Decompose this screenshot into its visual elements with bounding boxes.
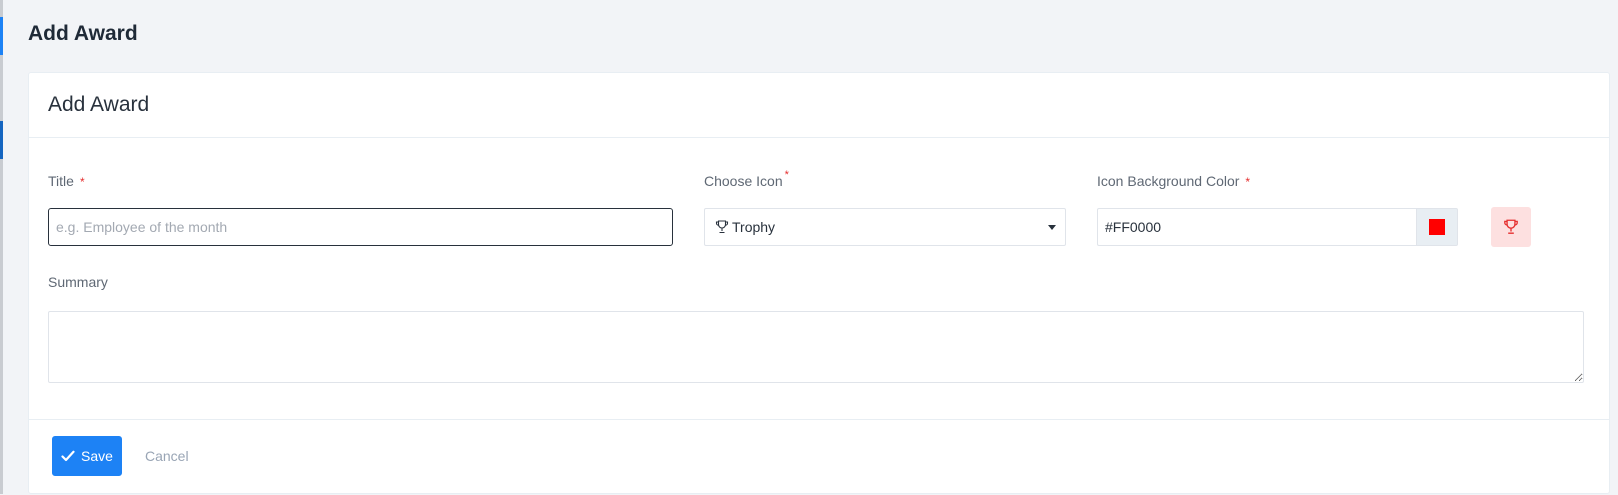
- icon-select[interactable]: Trophy: [704, 208, 1066, 246]
- required-mark: *: [79, 175, 85, 189]
- trophy-icon: [1504, 219, 1518, 234]
- add-award-card: Add Award Title* Choose Icon* Trophy Ico…: [28, 72, 1610, 494]
- color-picker-group: [1097, 208, 1458, 246]
- icon-preview-badge: [1491, 207, 1531, 247]
- color-picker-button[interactable]: [1416, 208, 1458, 246]
- check-icon: [61, 450, 75, 462]
- caret-down-icon: [1048, 225, 1056, 230]
- title-label-text: Title: [48, 173, 74, 189]
- summary-textarea[interactable]: [48, 311, 1584, 383]
- required-mark: *: [784, 169, 789, 181]
- sidebar-highlight: [0, 121, 3, 159]
- card-title: Add Award: [48, 93, 150, 116]
- choose-icon-label: Choose Icon *: [704, 169, 789, 189]
- card-header: Add Award: [29, 73, 1609, 138]
- title-label: Title *: [48, 173, 85, 189]
- icon-select-value: Trophy: [732, 219, 776, 235]
- title-input[interactable]: [48, 208, 673, 246]
- form-footer: Save Cancel: [29, 419, 1609, 495]
- color-swatch: [1429, 219, 1445, 235]
- sidebar-edge: [0, 0, 3, 494]
- choose-icon-label-text: Choose Icon: [704, 173, 783, 189]
- trophy-icon: [715, 220, 729, 234]
- summary-label: Summary: [48, 274, 108, 290]
- required-mark: *: [1245, 175, 1251, 189]
- save-button-label: Save: [81, 448, 113, 464]
- sidebar-active-indicator: [0, 17, 3, 55]
- icon-bg-color-label: Icon Background Color *: [1097, 173, 1250, 189]
- icon-bg-color-label-text: Icon Background Color: [1097, 173, 1240, 189]
- save-button[interactable]: Save: [52, 436, 122, 476]
- page-title: Add Award: [28, 22, 138, 45]
- color-hex-input[interactable]: [1097, 208, 1416, 246]
- cancel-button[interactable]: Cancel: [145, 448, 189, 464]
